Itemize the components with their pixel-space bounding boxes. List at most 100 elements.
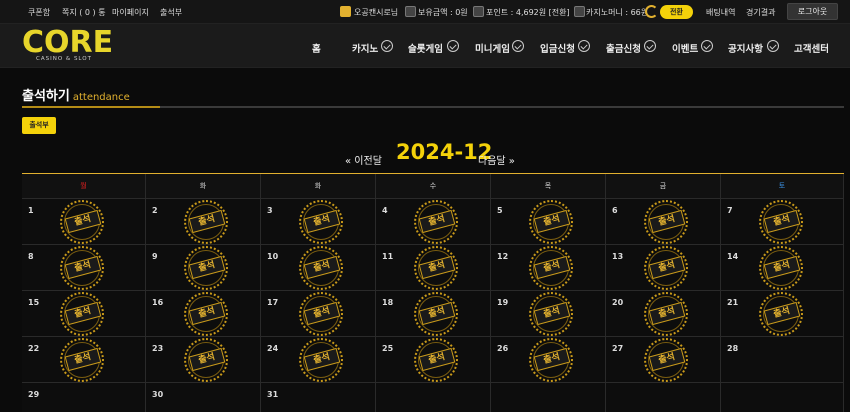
coupon-link[interactable]: 쿠폰함 [28, 7, 50, 18]
attendance-stamp-icon: 출석 [60, 200, 104, 244]
day-number: 11 [382, 252, 394, 261]
username: 오공캔시로님 [354, 8, 399, 17]
attendance-stamp-icon: 출석 [529, 200, 573, 244]
stamp-label: 출석 [533, 347, 571, 372]
prev-month-link[interactable]: « 이전달 [345, 152, 382, 167]
stamp-label: 출석 [188, 209, 226, 234]
results-link[interactable]: 경기결과 [746, 7, 775, 18]
calendar-day-cell [606, 382, 721, 412]
nav-notice[interactable]: 공지사항 [728, 41, 763, 55]
calendar-day-cell [721, 382, 844, 412]
logout-button[interactable]: 로그아웃 [787, 3, 838, 20]
stamp-label: 출석 [188, 301, 226, 326]
calendar-day-cell: 1 출석 [22, 198, 146, 244]
stamp-label: 출석 [303, 301, 341, 326]
day-number: 23 [152, 344, 164, 353]
attendance-button[interactable]: 출석부 [22, 117, 56, 134]
day-number: 17 [267, 298, 279, 307]
user-icon [340, 6, 351, 17]
attendance-stamp-icon: 출석 [644, 246, 688, 290]
stamp-label: 출석 [64, 209, 102, 234]
calendar-day-cell: 5 출석 [491, 198, 606, 244]
calendar-day-cell [376, 382, 491, 412]
logo-text: CORE [22, 25, 114, 60]
attendance-stamp-icon: 출석 [184, 200, 228, 244]
day-number: 18 [382, 298, 394, 307]
nav-withdraw[interactable]: 출금신청 [606, 41, 641, 55]
day-number: 13 [612, 252, 624, 261]
attendance-stamp-icon: 출석 [759, 200, 803, 244]
attendance-stamp-icon: 출석 [60, 246, 104, 290]
day-number: 27 [612, 344, 624, 353]
day-number: 4 [382, 206, 388, 215]
calendar-day-cell: 3 출석 [261, 198, 376, 244]
attendance-stamp-icon: 출석 [529, 338, 573, 382]
attendance-link[interactable]: 출석부 [160, 7, 182, 18]
calendar-day-cell: 2 출석 [146, 198, 261, 244]
stamp-label: 출석 [763, 301, 801, 326]
day-number: 25 [382, 344, 394, 353]
check-circle-icon [512, 40, 524, 52]
bet-history-link[interactable]: 배팅내역 [706, 7, 735, 18]
calendar-day-cell: 4 출석 [376, 198, 491, 244]
calendar-day-cell: 18 출석 [376, 290, 491, 336]
point-label[interactable]: 포인트 : 4,692원 [전환] [486, 7, 570, 18]
calendar-day-cell: 6 출석 [606, 198, 721, 244]
check-circle-icon [767, 40, 779, 52]
convert-button[interactable]: 전환 [660, 5, 693, 19]
attendance-stamp-icon: 출석 [644, 292, 688, 336]
attendance-stamp-icon: 출석 [529, 246, 573, 290]
day-number: 26 [497, 344, 509, 353]
day-number: 5 [497, 206, 503, 215]
attendance-stamp-icon: 출석 [60, 338, 104, 382]
stamp-label: 출석 [303, 347, 341, 372]
nav-home[interactable]: 홈 [312, 41, 321, 55]
day-number: 14 [727, 252, 739, 261]
stamp-label: 출석 [418, 255, 456, 280]
day-number: 21 [727, 298, 739, 307]
refresh-icon[interactable] [645, 5, 658, 18]
logo[interactable]: CORE CASINO & SLOT [22, 25, 117, 64]
attendance-stamp-icon: 출석 [299, 292, 343, 336]
calendar-day-cell: 9 출석 [146, 244, 261, 290]
point-icon [473, 6, 484, 17]
stamp-label: 출석 [64, 255, 102, 280]
attendance-stamp-icon: 출석 [759, 246, 803, 290]
nav-slot[interactable]: 슬롯게임 [408, 41, 443, 55]
calendar-day-cell: 25 출석 [376, 336, 491, 382]
calendar-day-cell: 11 출석 [376, 244, 491, 290]
attendance-stamp-icon: 출석 [414, 338, 458, 382]
day-number: 6 [612, 206, 618, 215]
nav-event[interactable]: 이벤트 [672, 41, 698, 55]
stamp-label: 출석 [303, 209, 341, 234]
calendar-day-cell: 8 출석 [22, 244, 146, 290]
nav-support[interactable]: 고객센터 [794, 41, 829, 55]
day-number: 28 [727, 344, 739, 353]
attendance-stamp-icon: 출석 [644, 338, 688, 382]
nav-deposit[interactable]: 입금신청 [540, 41, 575, 55]
page-title-text: 출석하기 [22, 89, 70, 104]
stamp-label: 출석 [533, 255, 571, 280]
check-circle-icon [578, 40, 590, 52]
attendance-stamp-icon: 출석 [184, 246, 228, 290]
next-month-link[interactable]: 다음달 » [478, 152, 515, 167]
stamp-label: 출석 [533, 301, 571, 326]
nav-casino[interactable]: 카지노 [352, 41, 378, 55]
day-number: 31 [267, 390, 279, 399]
stamp-label: 출석 [418, 301, 456, 326]
calendar-day-cell: 17 출석 [261, 290, 376, 336]
message-link[interactable]: 쪽지 ( 0 ) 통 [62, 7, 106, 18]
weekday-header: 월 [22, 174, 146, 198]
calendar-day-cell: 31 [261, 382, 376, 412]
top-bar: 쿠폰함 쪽지 ( 0 ) 통 마이페이지 출석부 오공캔시로님 보유금액 : 0… [0, 0, 850, 24]
nav-minigame[interactable]: 미니게임 [475, 41, 510, 55]
stamp-label: 출석 [418, 209, 456, 234]
day-number: 16 [152, 298, 164, 307]
day-number: 15 [28, 298, 40, 307]
attendance-stamp-icon: 출석 [299, 338, 343, 382]
mypage-link[interactable]: 마이페이지 [112, 7, 149, 18]
calendar-day-cell: 14 출석 [721, 244, 844, 290]
header: CORE CASINO & SLOT 홈 카지노 슬롯게임 미니게임 입금신청 … [0, 24, 850, 68]
weekday-header: 금 [606, 174, 721, 198]
logo-subtext: CASINO & SLOT [36, 56, 92, 62]
